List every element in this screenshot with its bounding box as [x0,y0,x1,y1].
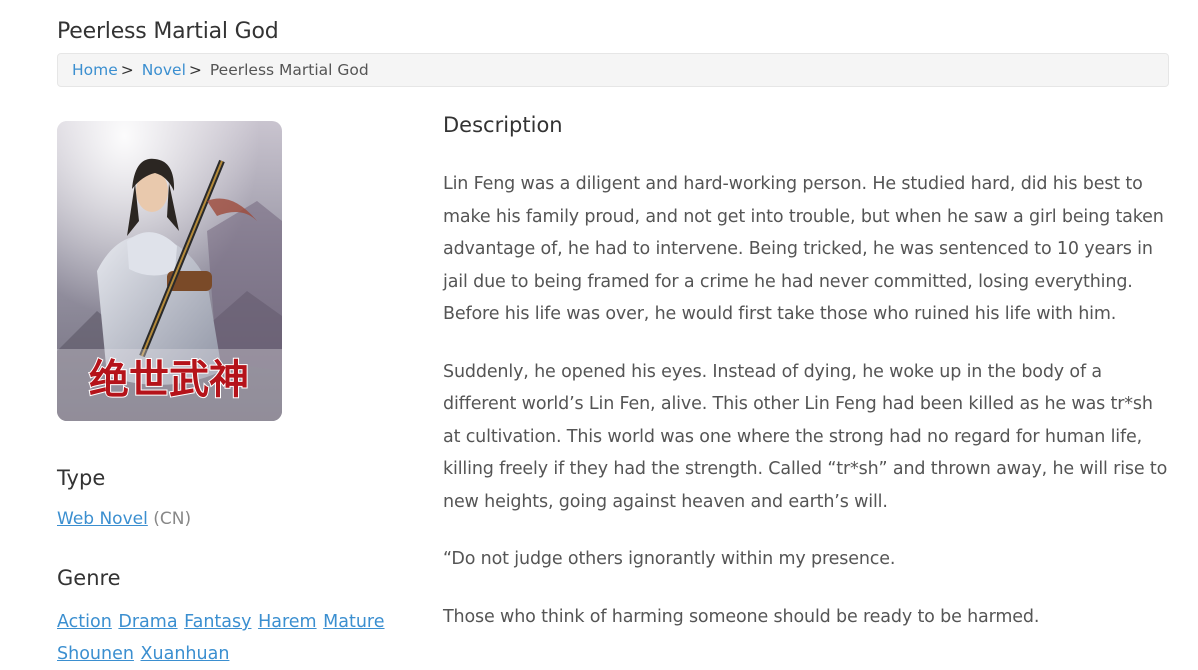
genre-link-drama[interactable]: Drama [118,612,177,632]
genre-link-action[interactable]: Action [57,612,112,632]
description-paragraph: Suddenly, he opened his eyes. Instead of… [443,361,1168,512]
genre-heading: Genre [57,566,121,590]
breadcrumb-separator: > [120,61,134,79]
breadcrumb: Home > Novel > Peerless Martial God [57,53,1169,87]
genre-link-mature[interactable]: Mature [323,612,384,632]
description-heading: Description [443,113,563,137]
type-heading: Type [57,466,106,490]
description-paragraph: Lin Feng was a diligent and hard-working… [443,174,1164,324]
genre-list: Action Drama Fantasy Harem Mature Shoune… [57,606,397,670]
breadcrumb-home-link[interactable]: Home [72,61,118,79]
cover-chinese-title: 绝世武神 [89,357,249,403]
description-body: Lin Feng was a diligent and hard-working… [443,168,1173,658]
breadcrumb-novel-link[interactable]: Novel [142,61,186,79]
genre-link-fantasy[interactable]: Fantasy [184,612,251,632]
genre-link-xuanhuan[interactable]: Xuanhuan [141,644,230,664]
description-paragraph: “Do not judge others ignorantly within m… [443,549,896,569]
genre-link-shounen[interactable]: Shounen [57,644,134,664]
type-origin: (CN) [153,509,192,529]
breadcrumb-separator: > [188,61,202,79]
breadcrumb-current: Peerless Martial God [209,61,369,79]
description-paragraph: Those who think of harming someone shoul… [443,606,1040,627]
genre-link-harem[interactable]: Harem [258,612,317,632]
type-link[interactable]: Web Novel [57,509,148,529]
cover-image: 绝世武神 [57,121,282,421]
page-title: Peerless Martial God [57,19,279,44]
type-line: Web Novel (CN) [57,509,191,529]
